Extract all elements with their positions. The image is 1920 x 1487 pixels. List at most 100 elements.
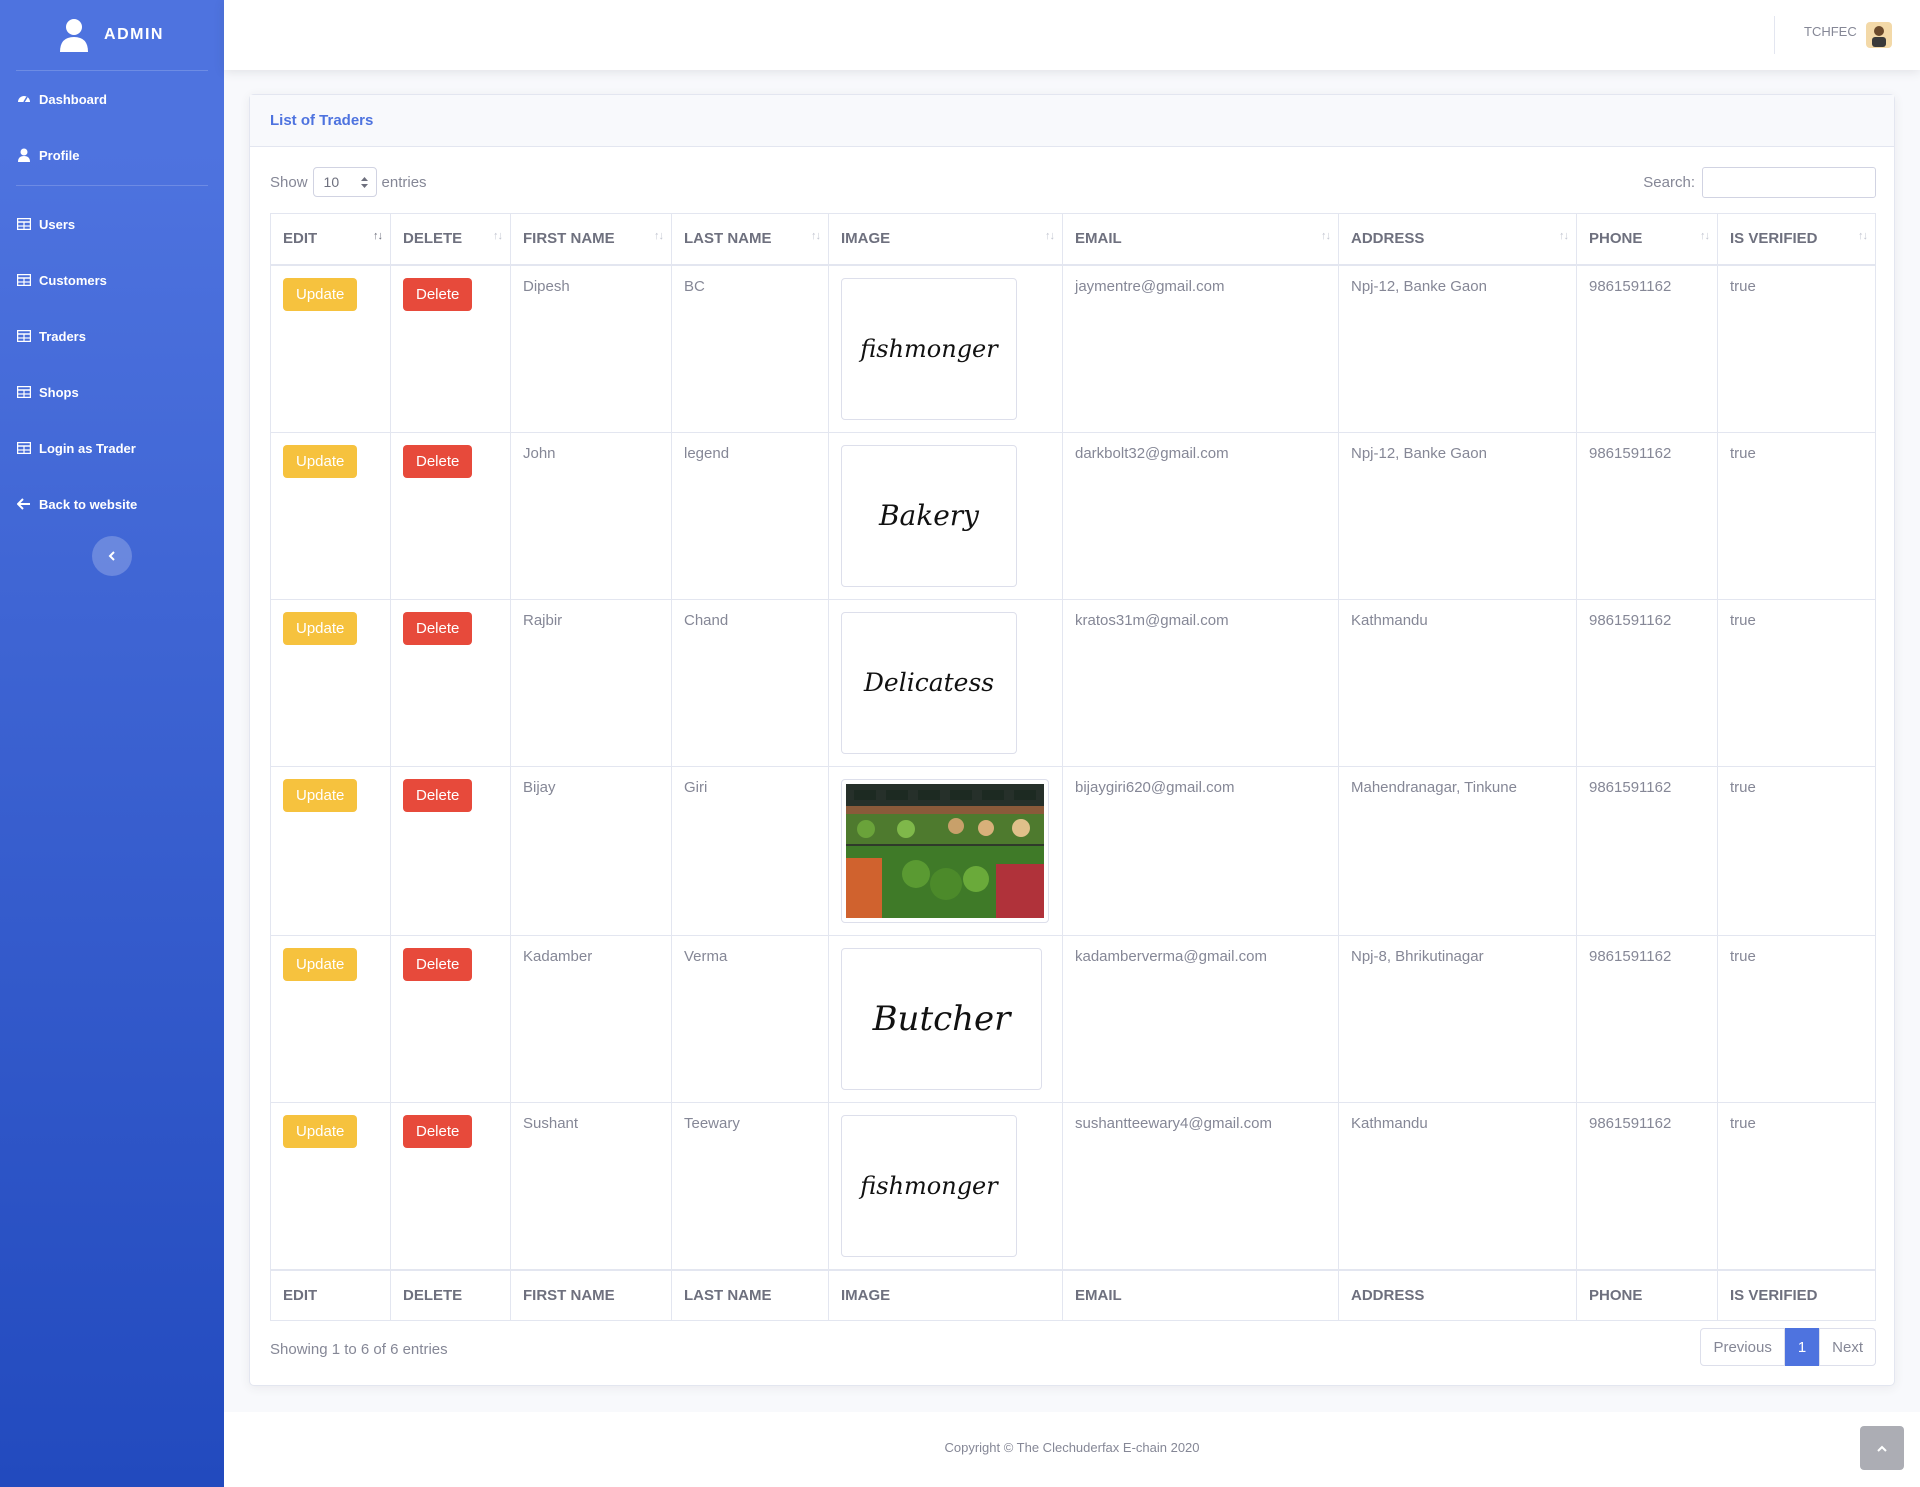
table-row: Update Delete Bijay Giri bijaygiri620@gm… (270, 765, 1876, 936)
traders-table: EDIT ↑↓ DELETE ↑↓ FIRST NAME ↑↓ LAST NAME ↑↓… (270, 213, 1876, 1321)
column-header[interactable]: IS VERIFIED ↑↓ (1717, 213, 1876, 266)
update-button[interactable]: Update (283, 778, 358, 812)
sort-arrows-icon (360, 176, 368, 188)
sort-icon: ↑↓ (1321, 230, 1331, 242)
update-button[interactable]: Update (283, 277, 358, 311)
user-name[interactable]: TCHFEC (1804, 24, 1857, 39)
column-footer: ADDRESS (1338, 1268, 1577, 1321)
delete-button[interactable]: Delete (403, 444, 473, 478)
sort-icon: ↑↓ (493, 230, 503, 242)
column-header[interactable]: DELETE ↑↓ (390, 213, 511, 266)
shop-logo-text: Delicatess (863, 668, 995, 697)
search-control: Search: (1643, 167, 1876, 198)
dashboard-icon (17, 92, 31, 106)
column-header[interactable]: IMAGE ↑↓ (828, 213, 1063, 266)
scroll-to-top-button[interactable] (1860, 1426, 1904, 1470)
sidebar-item-traders[interactable]: Traders (0, 308, 224, 364)
next-page-button[interactable]: Next (1819, 1328, 1876, 1366)
delete-button[interactable]: Delete (403, 277, 473, 311)
image-cell (828, 765, 1063, 936)
last-name-cell: Teewary (671, 1101, 829, 1270)
sidebar-item-label: Customers (39, 272, 107, 288)
verified-cell: true (1717, 765, 1876, 936)
sidebar-toggle-button[interactable] (92, 536, 132, 576)
table-footer-row: EDIT DELETE FIRST NAME LAST NAME IMAGE E… (270, 1268, 1876, 1321)
update-button[interactable]: Update (283, 611, 358, 645)
column-footer: IS VERIFIED (1717, 1268, 1876, 1321)
show-label: Show (270, 173, 308, 191)
page-button-current[interactable]: 1 (1784, 1328, 1820, 1366)
column-header[interactable]: FIRST NAME ↑↓ (510, 213, 672, 266)
chevron-left-icon (108, 551, 115, 561)
column-footer: DELETE (390, 1268, 511, 1321)
sidebar-divider (16, 185, 208, 186)
column-header[interactable]: EDIT ↑↓ (270, 213, 391, 266)
sort-icon: ↑↓ (811, 230, 821, 242)
sort-icon: ↑↓ (654, 230, 664, 242)
column-header-label: IMAGE (841, 230, 891, 248)
sort-icon: ↑↓ (1045, 230, 1055, 242)
avatar[interactable] (1864, 20, 1894, 50)
column-header-label: FIRST NAME (523, 230, 615, 248)
edit-cell: Update (270, 431, 391, 600)
shop-logo-image: Delicatess (841, 611, 1017, 754)
entries-select-value: 10 (323, 174, 340, 190)
verified-cell: true (1717, 1101, 1876, 1270)
first-name-cell: Sushant (510, 1101, 672, 1270)
update-button[interactable]: Update (283, 1114, 358, 1148)
edit-cell: Update (270, 598, 391, 767)
table-row: Update Delete Kadamber Verma Butcher kad… (270, 934, 1876, 1103)
search-input[interactable] (1702, 167, 1876, 198)
delete-cell: Delete (390, 1101, 511, 1270)
shop-logo-image: Bakery (841, 444, 1017, 587)
sidebar-item-back-to-website[interactable]: Back to website (0, 476, 224, 532)
sidebar-item-dashboard[interactable]: Dashboard (0, 71, 224, 127)
column-header[interactable]: EMAIL ↑↓ (1062, 213, 1339, 266)
delete-button[interactable]: Delete (403, 947, 473, 981)
update-button[interactable]: Update (283, 947, 358, 981)
sidebar-item-login-as-trader[interactable]: Login as Trader (0, 420, 224, 476)
image-cell: Butcher (828, 934, 1063, 1103)
delete-button[interactable]: Delete (403, 778, 473, 812)
card-title: List of Traders (250, 95, 1894, 147)
sidebar-item-label: Profile (39, 147, 80, 163)
email-cell: kadamberverma@gmail.com (1062, 934, 1339, 1103)
shop-logo-image: fishmonger (841, 277, 1017, 420)
search-label: Search: (1643, 174, 1695, 191)
column-header[interactable]: ADDRESS ↑↓ (1338, 213, 1577, 266)
sidebar-item-profile[interactable]: Profile (0, 127, 224, 183)
verified-cell: true (1717, 264, 1876, 433)
sidebar-item-shops[interactable]: Shops (0, 364, 224, 420)
column-header[interactable]: LAST NAME ↑↓ (671, 213, 829, 266)
last-name-cell: Verma (671, 934, 829, 1103)
shop-photo-image (841, 778, 1049, 923)
update-button[interactable]: Update (283, 444, 358, 478)
column-header[interactable]: PHONE ↑↓ (1576, 213, 1718, 266)
shop-logo-text: Butcher (872, 998, 1011, 1039)
column-header-label: IS VERIFIED (1730, 230, 1818, 248)
first-name-cell: John (510, 431, 672, 600)
column-header-label: EDIT (283, 230, 318, 248)
vegetable-market-photo (846, 783, 1044, 918)
table-row: Update Delete Sushant Teewary fishmonger… (270, 1101, 1876, 1270)
delete-button[interactable]: Delete (403, 611, 473, 645)
sidebar-item-customers[interactable]: Customers (0, 252, 224, 308)
email-cell: kratos31m@gmail.com (1062, 598, 1339, 767)
sidebar-item-label: Users (39, 216, 76, 232)
entries-select[interactable]: 10 (312, 167, 377, 197)
first-name-cell: Rajbir (510, 598, 672, 767)
table-icon (17, 217, 31, 231)
address-cell: Kathmandu (1338, 598, 1577, 767)
edit-cell: Update (270, 934, 391, 1103)
sidebar-item-users[interactable]: Users (0, 196, 224, 252)
chevron-up-icon (1877, 1445, 1887, 1452)
previous-page-button[interactable]: Previous (1700, 1328, 1785, 1366)
sidebar-brand[interactable]: ADMIN (0, 0, 224, 70)
edit-cell: Update (270, 1101, 391, 1270)
table-header-row: EDIT ↑↓ DELETE ↑↓ FIRST NAME ↑↓ LAST NAME ↑↓… (270, 213, 1876, 266)
shop-logo-text: fishmonger (860, 1171, 998, 1200)
copyright-text: Copyright © The Clechuderfax E-chain 202… (944, 1440, 1200, 1455)
delete-button[interactable]: Delete (403, 1114, 473, 1148)
email-cell: darkbolt32@gmail.com (1062, 431, 1339, 600)
table-icon (17, 273, 31, 287)
